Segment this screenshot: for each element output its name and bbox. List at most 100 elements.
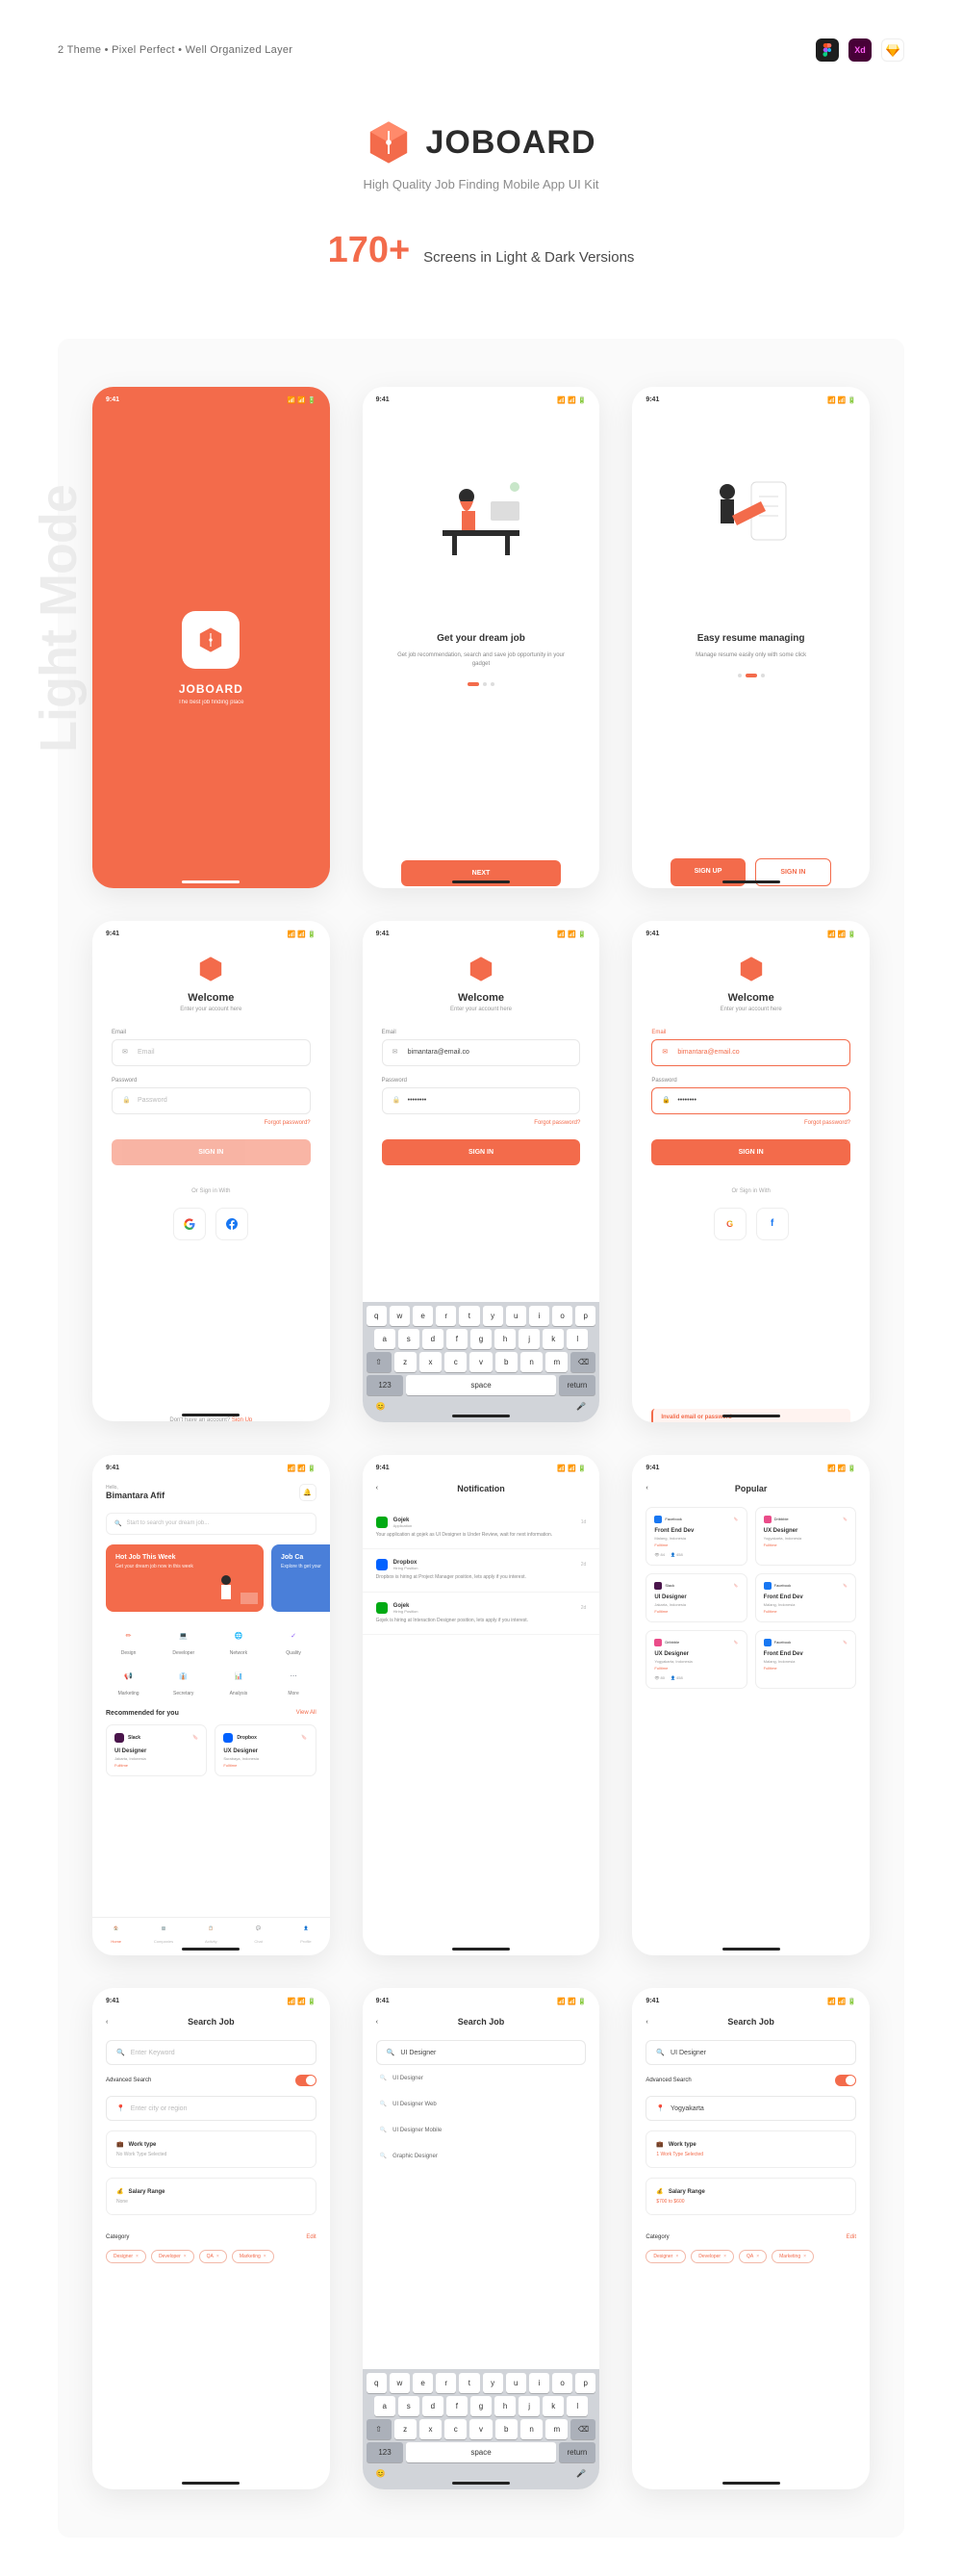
search-icon: 🔍 (387, 2049, 395, 2056)
notification-item[interactable]: GojekHiring Position2dGojek is hiring at… (363, 1593, 600, 1636)
space-key[interactable]: space (406, 1375, 555, 1395)
emoji-key[interactable]: 😊 (376, 1402, 386, 1411)
email-input[interactable]: ✉Email (112, 1039, 311, 1066)
mail-icon: ✉ (392, 1048, 402, 1058)
password-input[interactable]: 🔒Password (112, 1087, 311, 1114)
google-login[interactable] (173, 1208, 206, 1240)
category-analysis[interactable]: 📊Analysis (215, 1666, 261, 1696)
popular-card[interactable]: Facebook🔖Front End DevMalang, IndonesiaF… (755, 1573, 856, 1622)
suggestion-item[interactable]: 🔍UI Designer Mobile (376, 2117, 587, 2143)
forgot-link[interactable]: Forgot password? (382, 1120, 581, 1126)
category-chip[interactable]: Marketing × (232, 2250, 274, 2263)
category-secretary[interactable]: 👔Secretary (161, 1666, 206, 1696)
city-input[interactable]: 📍Yogyakarta (646, 2096, 856, 2121)
backspace-key[interactable]: ⌫ (570, 1352, 595, 1372)
briefcase-icon: 💼 (656, 2141, 663, 2148)
advanced-toggle[interactable] (295, 2075, 316, 2086)
suggestion-item[interactable]: 🔍Graphic Designer (376, 2143, 587, 2169)
advanced-toggle[interactable] (835, 2075, 856, 2086)
salary-card[interactable]: 💰Salary Range$700 to $600 (646, 2178, 856, 2215)
tab-profile[interactable]: 👤Profile (282, 1926, 329, 1944)
edit-link[interactable]: Edit (306, 2234, 316, 2240)
city-input[interactable]: 📍Enter city or region (106, 2096, 316, 2121)
popular-card[interactable]: Dribbble🔖UX DesignerYogyakarta, Indonesi… (755, 1507, 856, 1566)
suggestion-item[interactable]: 🔍UI Designer (376, 2065, 587, 2091)
password-input[interactable]: 🔒•••••••• (382, 1087, 581, 1114)
signin-button[interactable]: SIGN IN (382, 1139, 581, 1165)
tab-companies[interactable]: 🏢Companies (139, 1926, 187, 1944)
search-input[interactable]: 🔍Start to search your dream job... (106, 1513, 316, 1535)
signin-button[interactable]: SIGN IN (651, 1139, 850, 1165)
category-network[interactable]: 🌐Network (215, 1625, 261, 1656)
keyword-input[interactable]: 🔍Enter Keyword (106, 2040, 316, 2065)
google-login[interactable]: G (714, 1208, 747, 1240)
forgot-link[interactable]: Forgot password? (651, 1120, 850, 1126)
keyword-input[interactable]: 🔍UI Designer (376, 2040, 587, 2065)
num-key[interactable]: 123 (367, 1375, 404, 1395)
rec-title: Recommended for you (106, 1710, 179, 1717)
suggestion-item[interactable]: 🔍UI Designer Web (376, 2091, 587, 2117)
forgot-link[interactable]: Forgot password? (112, 1120, 311, 1126)
back-button[interactable]: ‹ (376, 1485, 378, 1492)
money-icon: 💰 (116, 2188, 123, 2195)
category-chip[interactable]: QA × (199, 2250, 227, 2263)
back-button[interactable]: ‹ (646, 2019, 647, 2026)
mail-icon: ✉ (122, 1048, 132, 1058)
category-chip[interactable]: Designer × (106, 2250, 146, 2263)
job-card[interactable]: Dropbox🔖UX DesignerSurabaya, IndonesiaFu… (215, 1724, 316, 1776)
category-chip[interactable]: Marketing × (772, 2250, 814, 2263)
view-all-link[interactable]: View All (296, 1710, 316, 1717)
job-card[interactable]: Slack🔖UI DesignerJakarta, IndonesiaFullt… (106, 1724, 207, 1776)
salary-card[interactable]: 💰Salary RangeNone (106, 2178, 316, 2215)
notification-button[interactable]: 🔔 (299, 1484, 316, 1501)
screen-search-empty: 9:41📶 📶 🔋 ‹Search Job 🔍Enter Keyword Adv… (92, 1988, 330, 2489)
category-marketing[interactable]: 📢Marketing (106, 1666, 151, 1696)
back-button[interactable]: ‹ (106, 2019, 108, 2026)
notification-item[interactable]: DropboxHiring Position2dDropbox is hirin… (363, 1549, 600, 1593)
brand-name: JOBOARD (425, 124, 595, 162)
tab-home[interactable]: 🏠Home (92, 1926, 139, 1944)
category-chip[interactable]: QA × (739, 2250, 767, 2263)
brand-header: JOBOARD (58, 119, 904, 166)
notification-item[interactable]: GojekApplication1dYour application at go… (363, 1507, 600, 1550)
job-card-2[interactable]: Job CaExplore th get your (271, 1544, 330, 1612)
back-button[interactable]: ‹ (376, 2019, 378, 2026)
email-input[interactable]: ✉bimantara@email.co (382, 1039, 581, 1066)
mic-key[interactable]: 🎤 (576, 1402, 586, 1411)
location-icon: 📍 (656, 2104, 665, 2112)
facebook-login[interactable]: f (756, 1208, 789, 1240)
hot-jobs-card[interactable]: Hot Job This WeekGet your dream job now … (106, 1544, 264, 1612)
onb2-title: Easy resume managing (651, 633, 850, 644)
signup-link[interactable]: Don't have an account? Sign Up (112, 1417, 311, 1421)
stat-row: 170+ Screens in Light & Dark Versions (58, 230, 904, 271)
popular-card[interactable]: Slack🔖UI DesignerJakarta, IndonesiaFullt… (646, 1573, 747, 1622)
shift-key[interactable]: ⇧ (367, 1352, 392, 1372)
edit-link[interactable]: Edit (847, 2234, 856, 2240)
popular-card[interactable]: Facebook🔖Front End DevMalang, IndonesiaF… (755, 1630, 856, 1689)
category-chip[interactable]: Developer × (691, 2250, 734, 2263)
back-button[interactable]: ‹ (646, 1485, 647, 1492)
keyboard[interactable]: qwertyuiop asdfghjkl ⇧zxcvbnm⌫ 123spacer… (363, 2369, 600, 2489)
category-design[interactable]: ✏Design (106, 1625, 151, 1656)
tab-chat[interactable]: 💬Chat (235, 1926, 282, 1944)
category-quality[interactable]: ✓Quality (270, 1625, 316, 1656)
status-time: 9:41 (106, 396, 119, 404)
email-input-error[interactable]: ✉bimantara@email.co (651, 1039, 850, 1066)
facebook-login[interactable] (215, 1208, 248, 1240)
popular-card[interactable]: Dribbble🔖UX DesignerYogyakarta, Indonesi… (646, 1630, 747, 1689)
category-more[interactable]: ⋯More (270, 1666, 316, 1696)
onb1-title: Get your dream job (382, 633, 581, 644)
return-key[interactable]: return (559, 1375, 596, 1395)
work-type-card[interactable]: 💼Work type1 Work Type Selected (646, 2130, 856, 2168)
work-type-card[interactable]: 💼Work typeNo Work Type Selected (106, 2130, 316, 2168)
page-title: Search Job (727, 2017, 774, 2027)
category-chip[interactable]: Developer × (151, 2250, 194, 2263)
tab-activity[interactable]: 📋Activity (188, 1926, 235, 1944)
category-developer[interactable]: 💻Developer (161, 1625, 206, 1656)
user-name: Bimantara Afif (106, 1491, 165, 1500)
password-input-error[interactable]: 🔒•••••••• (651, 1087, 850, 1114)
category-chip[interactable]: Designer × (646, 2250, 686, 2263)
popular-card[interactable]: Facebook🔖Front End DevMalang, IndonesiaF… (646, 1507, 747, 1566)
keyboard[interactable]: qwertyuiop asdfghjkl ⇧zxcvbnm⌫ 123spacer… (363, 1302, 600, 1422)
keyword-input[interactable]: 🔍UI Designer (646, 2040, 856, 2065)
